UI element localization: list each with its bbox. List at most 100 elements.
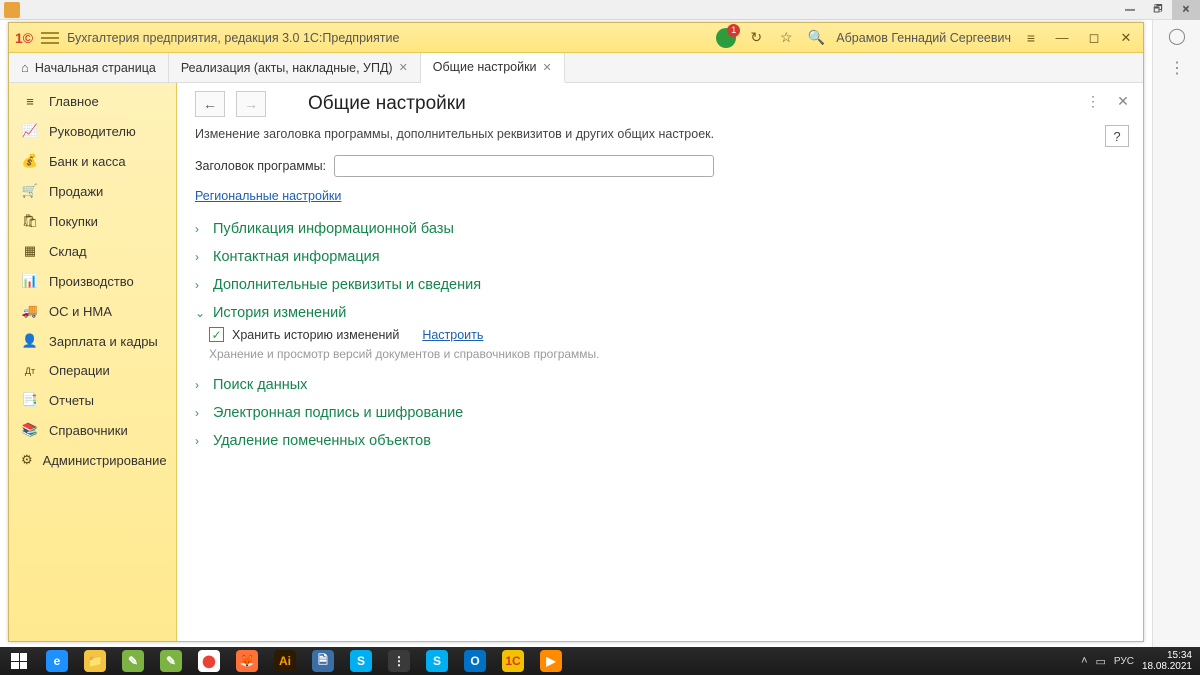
notifications-badge[interactable] [716, 28, 736, 48]
taskbar-app[interactable]: 1C [494, 647, 532, 675]
taskbar-app[interactable]: 🗎 [304, 647, 342, 675]
favorite-icon[interactable]: ☆ [776, 28, 796, 48]
page-close-icon[interactable]: ✕ [1113, 91, 1133, 111]
section-delete-marked[interactable]: ›Удаление помеченных объектов [195, 433, 1125, 449]
app-maximize-button[interactable]: ◻ [1083, 27, 1105, 49]
language-indicator[interactable]: РУС [1114, 656, 1134, 667]
history-icon[interactable]: ↻ [746, 28, 766, 48]
help-button[interactable]: ? [1105, 125, 1129, 147]
chevron-right-icon: › [195, 222, 207, 236]
section-publication[interactable]: ›Публикация информационной базы [195, 221, 1125, 237]
os-sec-close-button[interactable]: ✕ [1172, 0, 1200, 20]
more-icon[interactable]: ⋮ [1153, 52, 1200, 84]
section-signature[interactable]: ›Электронная подпись и шифрование [195, 405, 1125, 421]
tab-home[interactable]: ⌂ Начальная страница [9, 53, 169, 82]
section-title: Электронная подпись и шифрование [213, 405, 463, 421]
taskbar-app[interactable]: 📁 [76, 647, 114, 675]
sidebar-item-label: Отчеты [49, 393, 94, 408]
taskbar-app[interactable]: e [38, 647, 76, 675]
app-icon: ▶ [540, 650, 562, 672]
sidebar-item-label: Продажи [49, 184, 103, 199]
tab-close-icon[interactable]: ✕ [543, 61, 552, 74]
tab-close-icon[interactable]: ✕ [399, 61, 408, 74]
sidebar-item-reports[interactable]: 📑 Отчеты [9, 385, 176, 415]
windows-logo-icon [11, 653, 27, 669]
sidebar-item-purchases[interactable]: 🛍Покупки [9, 206, 176, 236]
section-title: История изменений [213, 305, 346, 321]
app-title: Бухгалтерия предприятия, редакция 3.0 1С… [67, 31, 399, 45]
gear-icon: ⚙ [21, 452, 33, 468]
user-name[interactable]: Абрамов Геннадий Сергеевич [836, 31, 1011, 45]
start-button[interactable] [0, 647, 38, 675]
section-contact[interactable]: ›Контактная информация [195, 249, 1125, 265]
sidebar-item-label: Главное [49, 94, 99, 109]
tab-realization[interactable]: Реализация (акты, накладные, УПД) ✕ [169, 53, 421, 82]
chevron-right-icon: › [195, 434, 207, 448]
sidebar-item-label: Администрирование [43, 453, 167, 468]
section-history[interactable]: ⌄История изменений [195, 305, 1125, 321]
store-history-checkbox[interactable]: ✓ [209, 327, 224, 342]
app-icon: Ai [274, 650, 296, 672]
app-icon: 🦊 [236, 650, 258, 672]
clock[interactable]: 15:34 18.08.2021 [1142, 650, 1192, 673]
sidebar-item-operations[interactable]: Дт Операции [9, 356, 176, 385]
report-icon: 📑 [21, 392, 39, 408]
tab-label: Начальная страница [35, 61, 156, 75]
nav-back-button[interactable]: ← [195, 91, 225, 117]
tab-general-settings[interactable]: Общие настройки ✕ [421, 53, 565, 83]
tray-network-icon[interactable]: ▭ [1096, 655, 1106, 668]
sidebar-item-directories[interactable]: 📚Справочники [9, 415, 176, 445]
sidebar-item-main[interactable]: ≡Главное [9, 87, 176, 116]
section-extra-props[interactable]: ›Дополнительные реквизиты и сведения [195, 277, 1125, 293]
section-title: Поиск данных [213, 377, 307, 393]
taskbar-app[interactable]: ✎ [152, 647, 190, 675]
time-label: 15:34 [1142, 650, 1192, 662]
os-sec-minimize-button[interactable]: — [1116, 0, 1144, 20]
app-minimize-button[interactable]: — [1051, 27, 1073, 49]
page-description: Изменение заголовка программы, дополните… [195, 127, 1125, 141]
section-title: Дополнительные реквизиты и сведения [213, 277, 481, 293]
taskbar-app[interactable]: 🦊 [228, 647, 266, 675]
logo-1c: 1© [15, 30, 33, 46]
user-menu-icon[interactable]: ≡ [1021, 28, 1041, 48]
taskbar-app[interactable]: S [418, 647, 456, 675]
dtkt-icon: Дт [21, 366, 39, 376]
taskbar-app[interactable]: Ai [266, 647, 304, 675]
page-menu-icon[interactable]: ⋮ [1083, 91, 1103, 111]
sidebar-item-admin[interactable]: ⚙ Администрирование [9, 445, 176, 475]
program-title-input[interactable] [334, 155, 714, 177]
taskbar-app[interactable]: ▶ [532, 647, 570, 675]
taskbar-app[interactable]: ✎ [114, 647, 152, 675]
sidebar-item-label: Операции [49, 363, 110, 378]
app-close-button[interactable]: ✕ [1115, 27, 1137, 49]
checkbox-label: Хранить историю изменений [232, 328, 399, 342]
sidebar-item-warehouse[interactable]: ▦Склад [9, 236, 176, 266]
chart-icon: 📈 [21, 123, 39, 139]
tab-bar: ⌂ Начальная страница Реализация (акты, н… [9, 53, 1143, 83]
sidebar-item-sales[interactable]: 🛒Продажи [9, 176, 176, 206]
regional-settings-link[interactable]: Региональные настройки [195, 189, 341, 203]
sidebar-item-label: Банк и касса [49, 154, 126, 169]
sidebar-item-manager[interactable]: 📈Руководителю [9, 116, 176, 146]
history-hint: Хранение и просмотр версий документов и … [209, 346, 609, 363]
os-sec-restore-button[interactable]: 🗗 [1144, 0, 1172, 20]
taskbar-app[interactable]: ⬤ [190, 647, 228, 675]
sidebar-item-label: Покупки [49, 214, 98, 229]
nav-forward-button[interactable]: → [236, 91, 266, 117]
section-title: Контактная информация [213, 249, 380, 265]
configure-history-link[interactable]: Настроить [422, 328, 483, 342]
taskbar-app[interactable]: ⋮ [380, 647, 418, 675]
app-icon: 🗎 [312, 650, 334, 672]
profile-icon[interactable]: ◯ [1153, 20, 1200, 52]
taskbar-app[interactable]: O [456, 647, 494, 675]
sidebar-item-salary[interactable]: 👤Зарплата и кадры [9, 326, 176, 356]
sidebar-item-assets[interactable]: 🚚ОС и НМА [9, 296, 176, 326]
sidebar-item-bank[interactable]: 💰Банк и касса [9, 146, 176, 176]
taskbar-app[interactable]: S [342, 647, 380, 675]
hamburger-icon[interactable] [41, 32, 59, 44]
sidebar-item-production[interactable]: 📊Производство [9, 266, 176, 296]
app-icon: S [350, 650, 372, 672]
tray-expand-icon[interactable]: ˄ [1081, 655, 1087, 667]
search-icon[interactable]: 🔍 [806, 28, 826, 48]
section-search[interactable]: ›Поиск данных [195, 377, 1125, 393]
